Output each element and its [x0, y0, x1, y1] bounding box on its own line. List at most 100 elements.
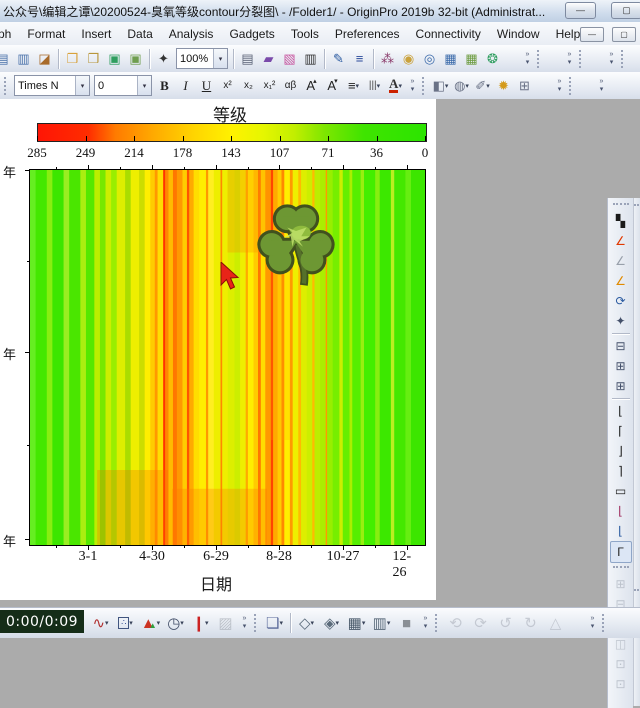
project-explorer-button[interactable]: ⁂: [377, 48, 398, 69]
picket-fence-dropdown-arrow[interactable]: ▾: [377, 82, 381, 90]
polar-plot-dropdown-arrow[interactable]: ▾: [180, 619, 184, 627]
underline-button[interactable]: U: [196, 75, 217, 96]
fill-color-button[interactable]: ◧▾: [430, 75, 451, 96]
zoom-dropdown-arrow[interactable]: ▾: [213, 49, 227, 68]
x-axis-title[interactable]: 日期: [0, 571, 432, 595]
save-template-button[interactable]: ▣: [125, 48, 146, 69]
new-inset-graph-button[interactable]: ⌊: [611, 501, 631, 521]
toolbar-grip[interactable]: [621, 50, 626, 68]
y-tick-label[interactable]: 年: [0, 531, 16, 550]
colorbar-tick-label[interactable]: 107: [270, 145, 290, 161]
toolbar-overflow-chevron[interactable]: »▾: [586, 612, 599, 634]
y-tick-label[interactable]: 年: [0, 344, 16, 363]
add-right-axis-button[interactable]: ⌋: [611, 441, 631, 461]
add-top-axis-button[interactable]: ⌈: [611, 421, 631, 441]
colorbar[interactable]: [37, 123, 427, 142]
menu-item-preferences[interactable]: Preferences: [327, 23, 408, 45]
y-tick-label[interactable]: 年: [0, 162, 16, 181]
colorbar-tick-label[interactable]: 36: [370, 145, 383, 161]
subscript-button[interactable]: x₂: [238, 75, 259, 96]
add-bottom-axis-button[interactable]: ⌉: [611, 461, 631, 481]
toolbar-grip[interactable]: [4, 77, 9, 95]
duplicate-batch-plot-button[interactable]: ▚: [611, 211, 631, 231]
document-restore-button[interactable]: ▢: [612, 27, 636, 42]
line-color-button[interactable]: ✐▾: [472, 75, 493, 96]
slide-show-button[interactable]: ▰: [258, 48, 279, 69]
font-name-dropdown-arrow[interactable]: ▾: [75, 76, 89, 95]
toolbar-grip[interactable]: [537, 50, 542, 68]
fill-color-square-button[interactable]: ■: [394, 611, 419, 635]
maximize-button[interactable]: ▢: [611, 2, 640, 19]
area-plot-button[interactable]: ▲▲▾: [138, 611, 163, 635]
new-layout-button[interactable]: ≡: [349, 48, 370, 69]
rescale-to-show-all-button[interactable]: ∠: [611, 231, 631, 251]
greek-symbols-button[interactable]: αβ: [280, 75, 301, 96]
export-graph-button[interactable]: ▧: [279, 48, 300, 69]
decrease-font-button[interactable]: A▾: [322, 75, 343, 96]
toolbar-overflow-chevron[interactable]: »▾: [605, 48, 618, 70]
toolbar-grip[interactable]: [634, 589, 640, 594]
document-minimize-button[interactable]: —: [580, 27, 604, 42]
add-left-axis-button[interactable]: ⌊: [611, 401, 631, 421]
matrix-plot-dropdown-arrow[interactable]: ▾: [362, 619, 366, 627]
x-tick-label[interactable]: 10-27: [327, 549, 360, 565]
add-frame-button[interactable]: ▭: [611, 481, 631, 501]
import-data-button[interactable]: ✦: [153, 48, 174, 69]
merge-layers-button[interactable]: ⊟: [611, 336, 631, 356]
line-color-dropdown-arrow[interactable]: ▾: [486, 82, 490, 90]
open-button[interactable]: ❒: [62, 48, 83, 69]
video-builder-button[interactable]: ▥: [300, 48, 321, 69]
zoom-combo[interactable]: 100%▾: [176, 48, 228, 69]
zoom-axes-button[interactable]: ∠: [611, 251, 631, 271]
font-color-dropdown-arrow[interactable]: ▾: [398, 82, 402, 90]
italic-button[interactable]: I: [175, 75, 196, 96]
superscript-button[interactable]: x²: [217, 75, 238, 96]
3d-bar-plot-button[interactable]: ▥▾: [369, 611, 394, 635]
toolbar-grip[interactable]: [254, 614, 259, 632]
toolbar-grip[interactable]: [613, 566, 629, 571]
line-plot-dropdown-arrow[interactable]: ▾: [105, 619, 109, 627]
colorbar-tick-label[interactable]: 71: [322, 145, 335, 161]
matrix-plot-button[interactable]: ▦▾: [344, 611, 369, 635]
save-project-button[interactable]: ▣: [104, 48, 125, 69]
refresh-graph-button[interactable]: ⟳: [611, 291, 631, 311]
menu-item-gadgets[interactable]: Gadgets: [221, 23, 282, 45]
3d-surface-plot-button[interactable]: ❏▾: [262, 611, 287, 635]
open-template-button[interactable]: ❒: [83, 48, 104, 69]
font-size-combo[interactable]: 0▾: [94, 75, 152, 96]
heatmap-plot[interactable]: [30, 170, 425, 545]
toolbar-overflow-chevron[interactable]: »▾: [238, 612, 251, 634]
menu-item-analysis[interactable]: Analysis: [161, 23, 222, 45]
menu-item-ph[interactable]: ph: [0, 23, 19, 45]
new-workbook-button[interactable]: ▤: [0, 48, 13, 69]
x-tick-label[interactable]: 4-30: [139, 549, 165, 565]
zoom-data-button[interactable]: ◎: [419, 48, 440, 69]
3d-wireframe-plot-dropdown-arrow[interactable]: ▾: [311, 619, 315, 627]
active-axis-tool-button[interactable]: Г: [610, 541, 632, 563]
3d-wireframe-plot-button[interactable]: ◇▾: [294, 611, 319, 635]
new-inset-with-data-button[interactable]: ⌊: [611, 521, 631, 541]
sub-superscript-button[interactable]: x₁²: [259, 75, 280, 96]
colorbar-tick-label[interactable]: 249: [76, 145, 96, 161]
clover-sticker[interactable]: [252, 196, 340, 294]
increase-font-button[interactable]: A▴: [301, 75, 322, 96]
bold-button[interactable]: B: [154, 75, 175, 96]
print-button[interactable]: ▤: [237, 48, 258, 69]
x-tick-label[interactable]: 12-26: [393, 549, 422, 581]
3d-wire-surface-plot-dropdown-arrow[interactable]: ▾: [336, 619, 340, 627]
colorbar-tick-label[interactable]: 143: [221, 145, 241, 161]
check-update-button[interactable]: ❂: [482, 48, 503, 69]
menu-item-format[interactable]: Format: [19, 23, 73, 45]
menu-item-data[interactable]: Data: [119, 23, 160, 45]
new-worksheet-button[interactable]: ▦: [440, 48, 461, 69]
toolbar-overflow-chevron[interactable]: »▾: [595, 75, 608, 97]
colorbar-tick-label[interactable]: 0: [422, 145, 429, 161]
scatter-plot-button[interactable]: ∴▾: [113, 611, 138, 635]
glow-effect-button[interactable]: ✹: [493, 75, 514, 96]
stock-plot-button[interactable]: ❙▾: [188, 611, 213, 635]
edit-graph-button[interactable]: ✎: [328, 48, 349, 69]
fill-color-dropdown-arrow[interactable]: ▾: [445, 82, 449, 90]
extract-to-graphs-button[interactable]: ⊞: [611, 376, 631, 396]
x-tick-label[interactable]: 8-28: [266, 549, 292, 565]
line-plot-button[interactable]: ∿▾: [88, 611, 113, 635]
